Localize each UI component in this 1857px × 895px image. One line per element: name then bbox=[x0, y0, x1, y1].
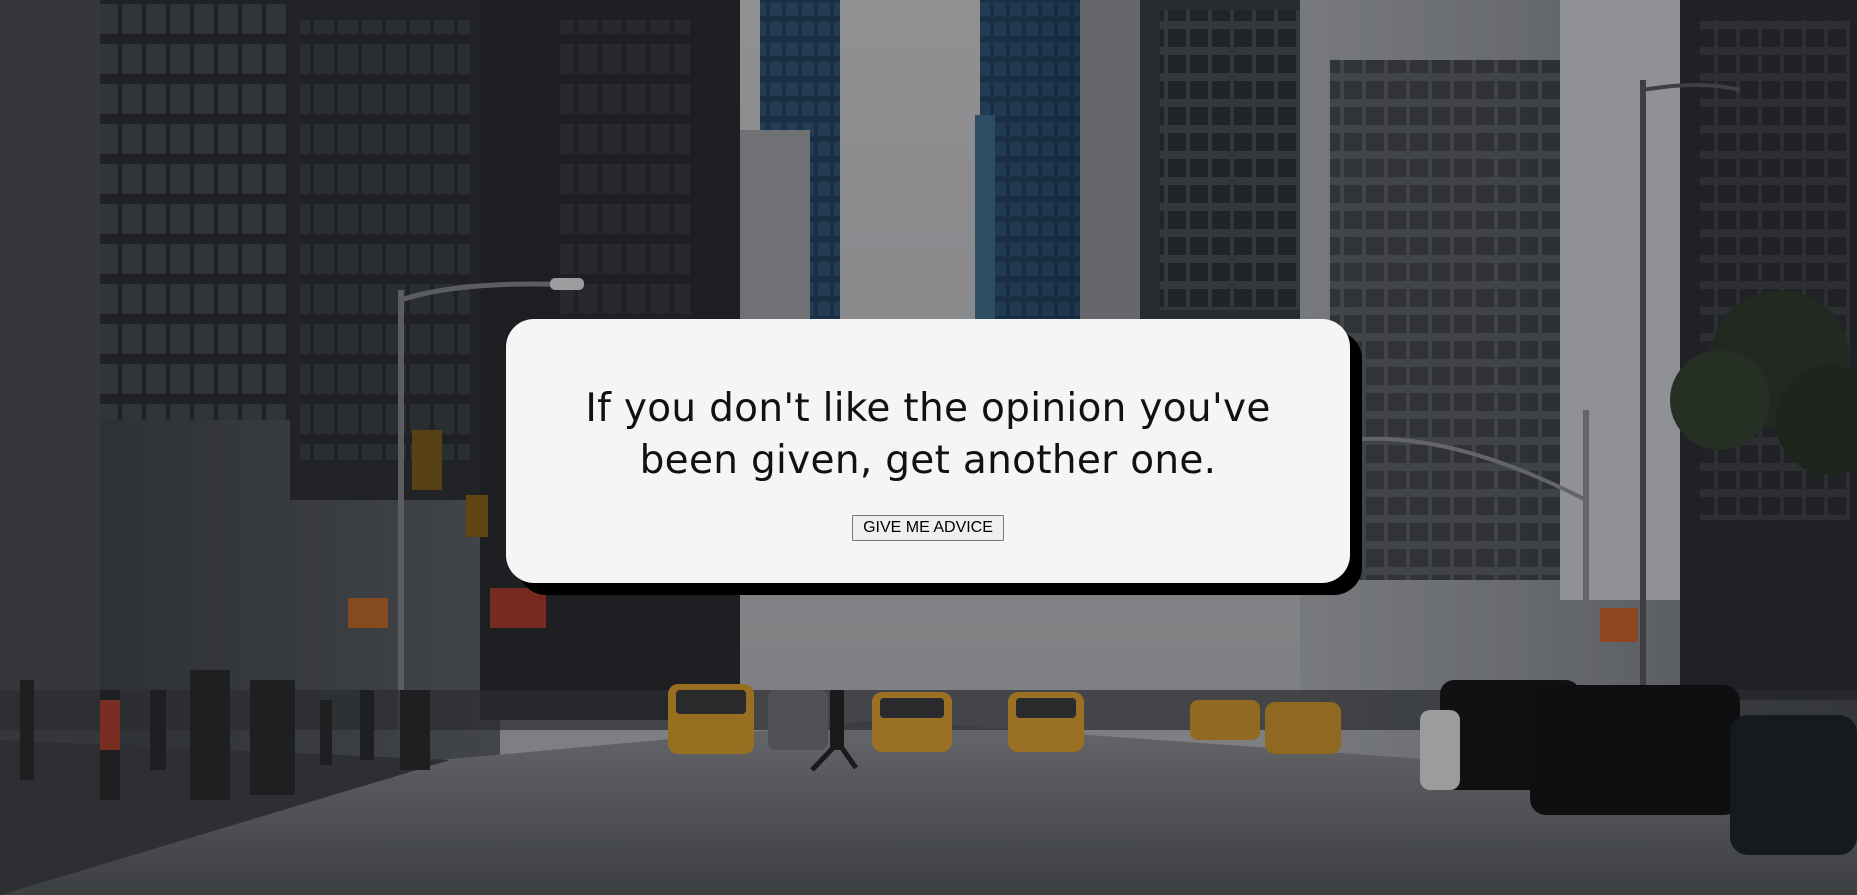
advice-text: If you don't like the opinion you've bee… bbox=[585, 386, 1271, 483]
give-me-advice-button[interactable]: GIVE ME ADVICE bbox=[852, 515, 1004, 541]
advice-card: If you don't like the opinion you've bee… bbox=[506, 319, 1350, 583]
